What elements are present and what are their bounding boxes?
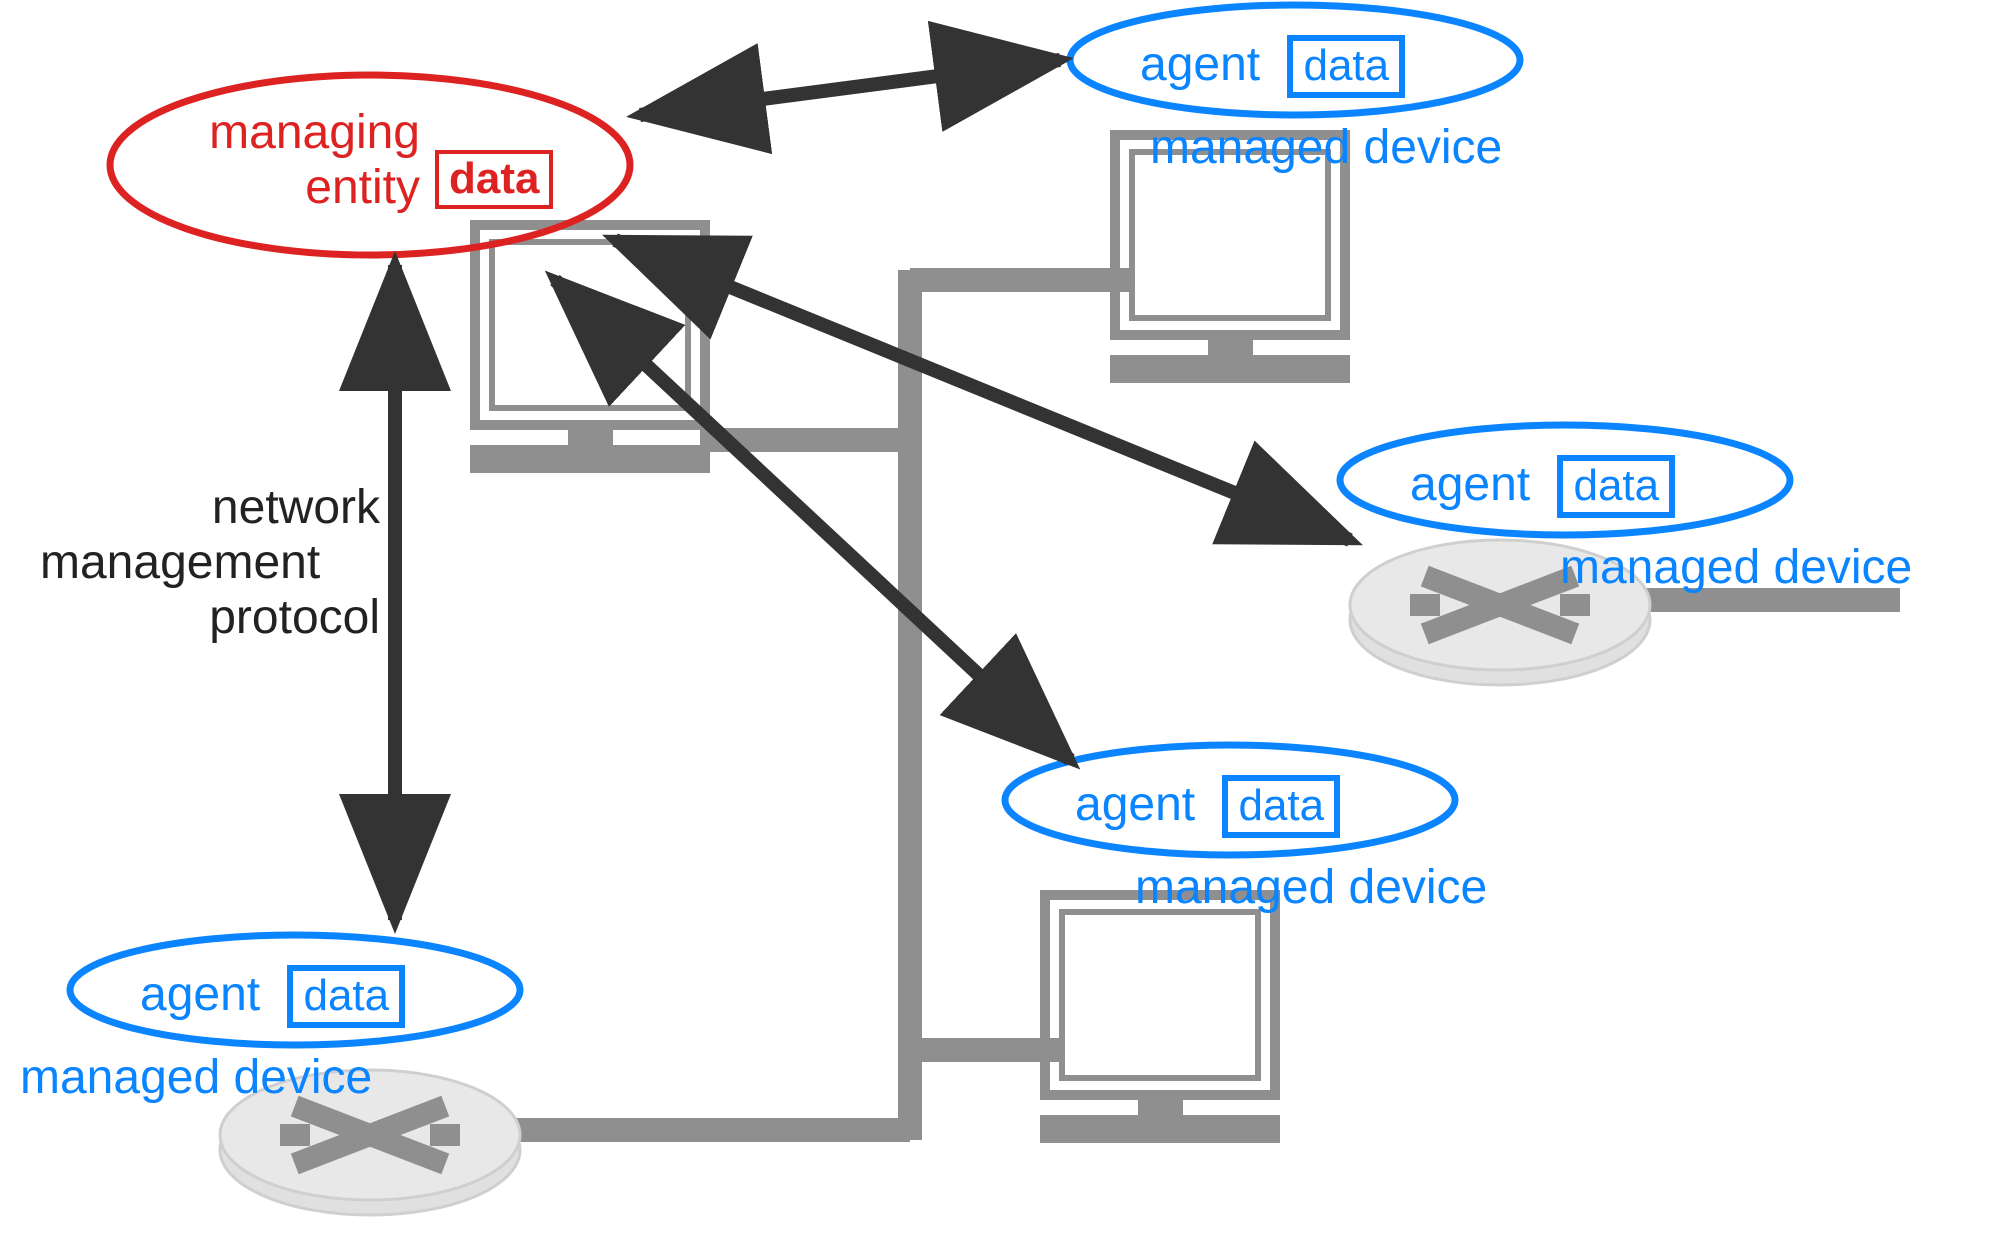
protocol-label: management bbox=[40, 535, 320, 590]
arrow-manager-to-agent-br bbox=[555, 280, 1070, 760]
managed-device-label: managed device bbox=[1135, 860, 1487, 915]
managed-device-label: managed device bbox=[1560, 540, 1912, 595]
agent-label: agent data bbox=[1075, 775, 1340, 838]
agent-label: agent data bbox=[1410, 455, 1675, 518]
agent-label: agent data bbox=[140, 965, 405, 1028]
arrow-manager-to-agent-tr bbox=[640, 60, 1060, 115]
managed-device-label: managed device bbox=[20, 1050, 372, 1105]
managing-entity-label: managing entity bbox=[130, 105, 420, 215]
protocol-label: network bbox=[130, 480, 380, 535]
protocol-label: protocol bbox=[130, 590, 380, 645]
managing-entity-data: data bbox=[435, 150, 553, 209]
managed-device-label: managed device bbox=[1150, 120, 1502, 175]
computer-icon bbox=[1040, 895, 1280, 1143]
agent-label: agent data bbox=[1140, 35, 1405, 98]
